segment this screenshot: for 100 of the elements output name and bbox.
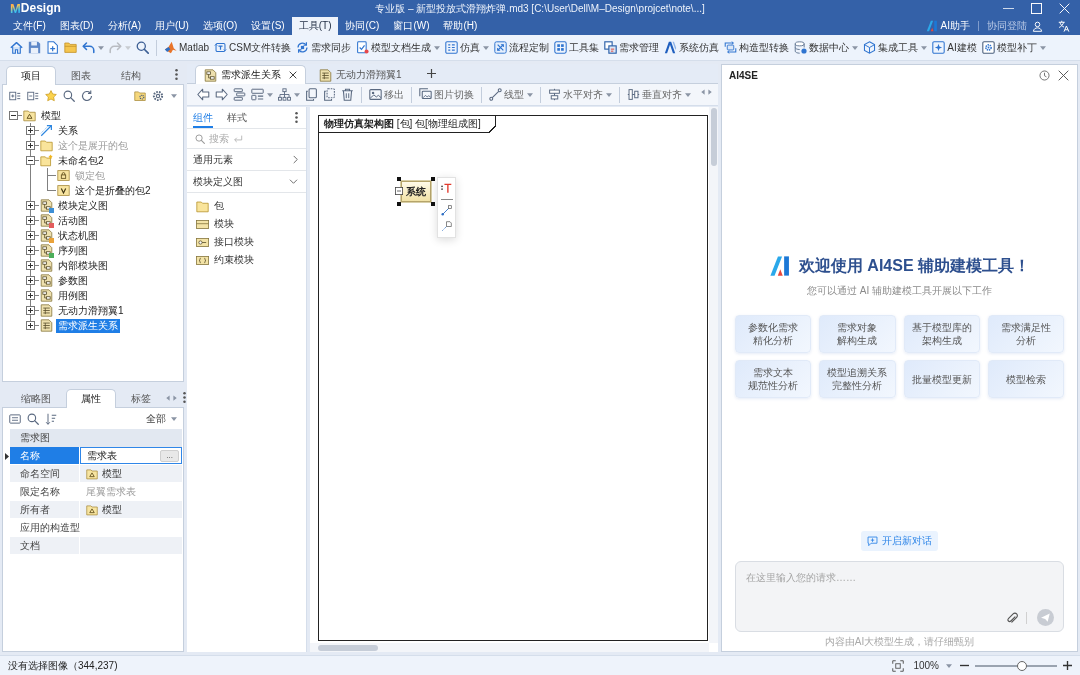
tree-item[interactable]: 模块定义图 — [56, 198, 110, 213]
user-icon[interactable] — [1032, 20, 1043, 32]
suggestion-card[interactable]: 模型追溯关系 完整性分析 — [819, 360, 896, 398]
more-icon[interactable] — [175, 69, 178, 80]
tree-item[interactable]: 需求派生关系 — [56, 318, 120, 333]
toolbar-button[interactable]: 构造型转换 — [722, 37, 792, 58]
connector-icon[interactable] — [441, 205, 452, 216]
tree-item[interactable]: 关系 — [56, 123, 80, 138]
panel-tab[interactable]: 标签 — [116, 389, 166, 408]
expand-icon[interactable] — [26, 321, 35, 330]
filter-dropdown[interactable]: 全部 — [146, 411, 177, 426]
prompt-input[interactable]: 在这里输入您的请求…… — [735, 561, 1064, 632]
toolbar-button[interactable]: 需求管理 — [602, 37, 662, 58]
gear-icon[interactable] — [152, 89, 164, 102]
suggestion-card[interactable]: 需求对象 解构生成 — [819, 315, 896, 353]
expand-icon[interactable] — [26, 246, 35, 255]
fit-screen-icon[interactable] — [892, 659, 905, 672]
editor-tab[interactable]: 无动力滑翔翼1 — [310, 65, 411, 84]
login-link[interactable]: 协同登陆 — [987, 19, 1027, 33]
scrollbar-thumb[interactable] — [710, 108, 717, 166]
toolbar-button[interactable]: Matlab — [162, 37, 211, 58]
palette-item[interactable]: 接口模块 — [187, 233, 306, 251]
property-name[interactable]: 名称 — [10, 447, 80, 465]
toolbar-button[interactable]: 模型文档生成 — [354, 37, 443, 58]
toolbar-button[interactable]: 需求同步 — [294, 37, 354, 58]
menu-item[interactable]: 分析(A) — [100, 17, 148, 35]
collapse-icon[interactable] — [26, 156, 35, 165]
menu-item[interactable]: 工具(T) — [291, 17, 339, 35]
expand-icon[interactable] — [26, 201, 35, 210]
expand-icon[interactable] — [26, 216, 35, 225]
browse-button[interactable]: ... — [160, 449, 179, 462]
menu-item[interactable]: 协同(C) — [338, 17, 387, 35]
expand-icon[interactable] — [26, 291, 35, 300]
folder-gear-icon[interactable] — [134, 89, 146, 102]
collapse-icon[interactable] — [395, 187, 403, 195]
history-icon[interactable] — [1039, 69, 1050, 81]
menu-item[interactable]: 设置(S) — [244, 17, 292, 35]
property-name[interactable]: 命名空间 — [10, 465, 80, 483]
toolbar-button[interactable]: 集成工具 — [861, 37, 930, 58]
palette-section[interactable]: 通用元素 — [187, 149, 306, 171]
zoom-dropdown[interactable]: 100% — [913, 660, 952, 671]
text-field[interactable]: 需求表 ... — [80, 447, 182, 464]
add-icon[interactable] — [426, 69, 436, 78]
block-node[interactable]: 系统 — [401, 181, 431, 202]
tree-item[interactable]: 模型 — [39, 108, 63, 123]
scroll-arrows-icon[interactable] — [166, 395, 177, 401]
menu-item[interactable]: 选项(O) — [195, 17, 245, 35]
menu-item[interactable]: 窗口(W) — [386, 17, 437, 35]
minimize-icon[interactable] — [1003, 7, 1014, 10]
tree-item[interactable]: 序列图 — [56, 243, 90, 258]
search-icon[interactable] — [27, 412, 39, 425]
star-icon[interactable] — [45, 89, 57, 102]
menu-item[interactable]: 文件(F) — [6, 17, 53, 35]
expand-icon[interactable] — [26, 276, 35, 285]
suggestion-card[interactable]: 需求满足性 分析 — [987, 315, 1064, 353]
panel-tab[interactable]: 图表 — [56, 66, 106, 85]
resize-handle[interactable] — [431, 177, 435, 181]
toolbar-button[interactable]: 系统仿真 — [662, 37, 722, 58]
palette-tab[interactable]: 样式 — [227, 107, 247, 128]
sort-icon[interactable] — [45, 412, 57, 425]
toolbar-button[interactable]: 模型补丁 — [979, 37, 1048, 58]
assistant-button[interactable]: AI助手 — [925, 19, 970, 33]
scroll-arrows-icon[interactable] — [701, 88, 712, 95]
resize-handle[interactable] — [397, 177, 401, 181]
menu-item[interactable]: 图表(D) — [52, 17, 101, 35]
property-name[interactable]: 所有者 — [10, 501, 80, 519]
toolbar-button[interactable]: 数据中心 — [792, 37, 861, 58]
suggestion-card[interactable]: 模型检索 — [987, 360, 1064, 398]
toolbar-button[interactable]: 移出 — [367, 84, 406, 105]
toolbar-button[interactable]: 水平对齐 — [546, 84, 614, 105]
refresh-icon[interactable] — [81, 89, 93, 102]
panel-tab[interactable]: 缩略图 — [6, 389, 66, 408]
menu-item[interactable]: 用户(U) — [148, 17, 196, 35]
paperclip-icon[interactable] — [1006, 612, 1018, 624]
expand-icon[interactable] — [26, 261, 35, 270]
toolbar-button[interactable]: 垂直对齐 — [625, 84, 693, 105]
resize-handle[interactable] — [397, 202, 401, 206]
tree-item[interactable]: 用例图 — [56, 288, 90, 303]
collapse-icon[interactable] — [9, 111, 18, 120]
tree-item[interactable]: 内部模块图 — [56, 258, 110, 273]
panel-tab[interactable]: 项目 — [6, 66, 56, 85]
close-icon[interactable] — [289, 71, 297, 79]
new-chat-button[interactable]: 开启新对话 — [861, 531, 938, 551]
panel-tab[interactable]: 属性 — [66, 389, 116, 408]
suggestion-card[interactable]: 基于模型库的 架构生成 — [903, 315, 980, 353]
panel-tab[interactable]: 结构 — [106, 66, 156, 85]
tree-item[interactable]: 无动力滑翔翼1 — [56, 303, 126, 318]
toolbar-button[interactable]: CSM文件转换 — [212, 37, 294, 58]
maximize-icon[interactable] — [1031, 3, 1042, 14]
property-name[interactable]: 文档 — [10, 537, 80, 555]
expand-icon[interactable] — [26, 231, 35, 240]
expand-all-icon[interactable] — [9, 89, 21, 102]
suggestion-card[interactable]: 批量模型更新 — [903, 360, 980, 398]
slider-thumb[interactable] — [1016, 660, 1027, 671]
text-tool-icon[interactable] — [441, 183, 452, 194]
list-view-icon[interactable] — [9, 412, 21, 425]
zoom-in-icon[interactable] — [1063, 661, 1072, 670]
suggestion-card[interactable]: 需求文本 规范性分析 — [735, 360, 812, 398]
tree-item[interactable]: 这个是折叠的包2 — [73, 183, 153, 198]
toolbar-button[interactable]: 工具集 — [552, 37, 602, 58]
